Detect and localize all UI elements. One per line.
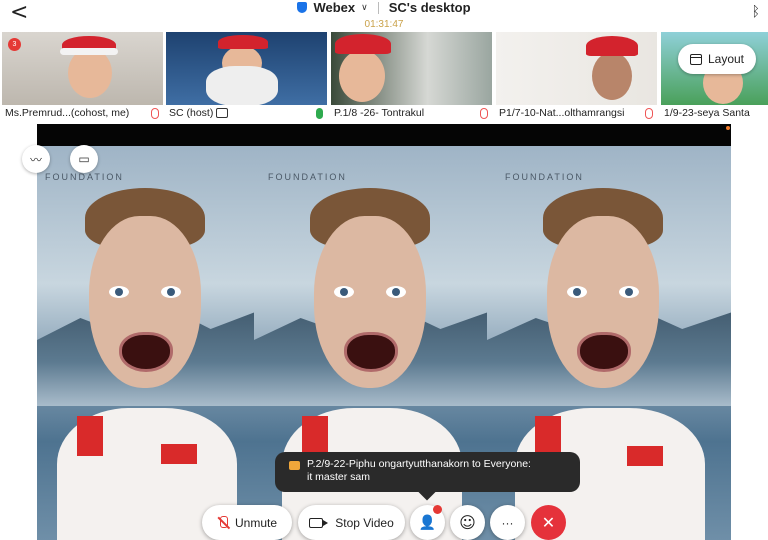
eye <box>619 286 639 298</box>
unmute-label: Unmute <box>234 515 278 530</box>
layout-label: Layout <box>707 52 745 66</box>
foundation-watermark: FOUNDATION <box>268 172 347 182</box>
participant-name: 1/9-23-seya Santa <box>664 107 750 119</box>
participant-tile[interactable]: P1/7-10-Nat...olthamrangsi <box>496 32 657 122</box>
webex-meeting-screen: < Webex ∨ SC's desktop 01:31:47 ᛒ 3 Ms.P… <box>0 0 768 540</box>
more-options-button[interactable]: ··· <box>490 505 525 540</box>
more-icon: ··· <box>501 515 514 530</box>
participant-video <box>331 32 492 105</box>
eye <box>567 286 587 298</box>
chat-sender: P.2/9-22-Piphu ongartyutthanakorn to Eve… <box>307 458 531 470</box>
unmute-button[interactable]: Unmute <box>202 505 292 540</box>
notification-badge <box>433 505 442 514</box>
collar <box>302 416 328 456</box>
reaction-icon: ☺ <box>459 513 476 532</box>
foundation-watermark: FOUNDATION <box>45 172 124 182</box>
camera-indicator-dot <box>726 126 730 130</box>
stop-video-label: Stop Video <box>335 515 394 530</box>
participant-label: SC (host) <box>166 105 327 122</box>
mic-muted-icon <box>151 108 159 119</box>
top-bar: < Webex ∨ SC's desktop 01:31:47 ᛒ <box>0 0 768 30</box>
participant-name: SC (host) <box>169 107 214 119</box>
participant-label: P1/7-10-Nat...olthamrangsi <box>496 105 657 122</box>
annotate-icon[interactable]: 〰 <box>22 145 50 173</box>
participant-tile[interactable]: P.1/8 -26- Tontrakul <box>331 32 492 122</box>
stop-video-button[interactable]: Stop Video <box>298 505 405 540</box>
participants-icon: 👤 <box>418 514 437 531</box>
collar <box>77 416 103 456</box>
eye <box>386 286 406 298</box>
layout-button[interactable]: Layout <box>678 44 756 74</box>
collar <box>627 446 663 466</box>
participant-video <box>496 32 657 105</box>
share-title: SC's desktop <box>388 0 471 15</box>
participant-strip[interactable]: 3 Ms.Premrud...(cohost, me) SC (host) P.… <box>0 32 768 122</box>
chat-notification[interactable]: P.2/9-22-Piphu ongartyutthanakorn to Eve… <box>275 452 580 501</box>
participant-tile[interactable]: SC (host) <box>166 32 327 122</box>
title-divider <box>377 1 379 14</box>
participant-name: P1/7-10-Nat...olthamrangsi <box>499 107 625 119</box>
participant-video <box>166 32 327 106</box>
foundation-watermark: FOUNDATION <box>505 172 584 182</box>
share-screen-icon <box>216 108 229 119</box>
reactions-button[interactable]: ☺ <box>450 505 485 540</box>
eye <box>109 286 129 298</box>
title-area: Webex ∨ SC's desktop 01:31:47 <box>0 0 768 30</box>
mic-active-icon <box>316 108 323 119</box>
recording-badge: 3 <box>8 38 21 51</box>
collar <box>535 416 561 456</box>
mouth <box>119 332 173 372</box>
chevron-down-icon: ∨ <box>361 2 368 13</box>
video-panel: FOUNDATION <box>37 146 254 540</box>
participant-label: 1/9-23-seya Santa <box>661 105 768 122</box>
video-camera-icon <box>309 517 329 528</box>
app-name: Webex <box>313 0 356 15</box>
chat-icon <box>289 461 300 470</box>
bluetooth-icon: ᛒ <box>751 4 760 20</box>
participant-label: Ms.Premrud...(cohost, me) <box>2 105 163 122</box>
eye <box>161 286 181 298</box>
participant-video <box>2 32 163 105</box>
mouth <box>344 332 398 372</box>
close-icon: ✕ <box>541 514 556 532</box>
mic-muted-icon <box>480 108 488 119</box>
mic-muted-icon <box>645 108 653 119</box>
participant-label: P.1/8 -26- Tontrakul <box>331 105 492 122</box>
screen-share-control-icon[interactable]: ▭ <box>70 145 98 173</box>
meeting-timer: 01:31:47 <box>364 19 404 30</box>
participant-name: Ms.Premrud...(cohost, me) <box>5 107 130 119</box>
participants-button[interactable]: 👤 <box>410 505 445 540</box>
eye <box>334 286 354 298</box>
calendar-layout-icon <box>689 53 702 65</box>
title-row[interactable]: Webex ∨ SC's desktop <box>297 0 471 15</box>
participant-tile[interactable]: 3 Ms.Premrud...(cohost, me) <box>2 32 163 122</box>
participant-name: P.1/8 -26- Tontrakul <box>334 107 425 119</box>
chat-message: it master sam <box>307 471 371 483</box>
collar <box>161 444 197 464</box>
mic-muted-icon <box>217 515 229 530</box>
end-call-button[interactable]: ✕ <box>531 505 566 540</box>
shield-icon <box>297 2 308 13</box>
mouth <box>577 332 631 372</box>
